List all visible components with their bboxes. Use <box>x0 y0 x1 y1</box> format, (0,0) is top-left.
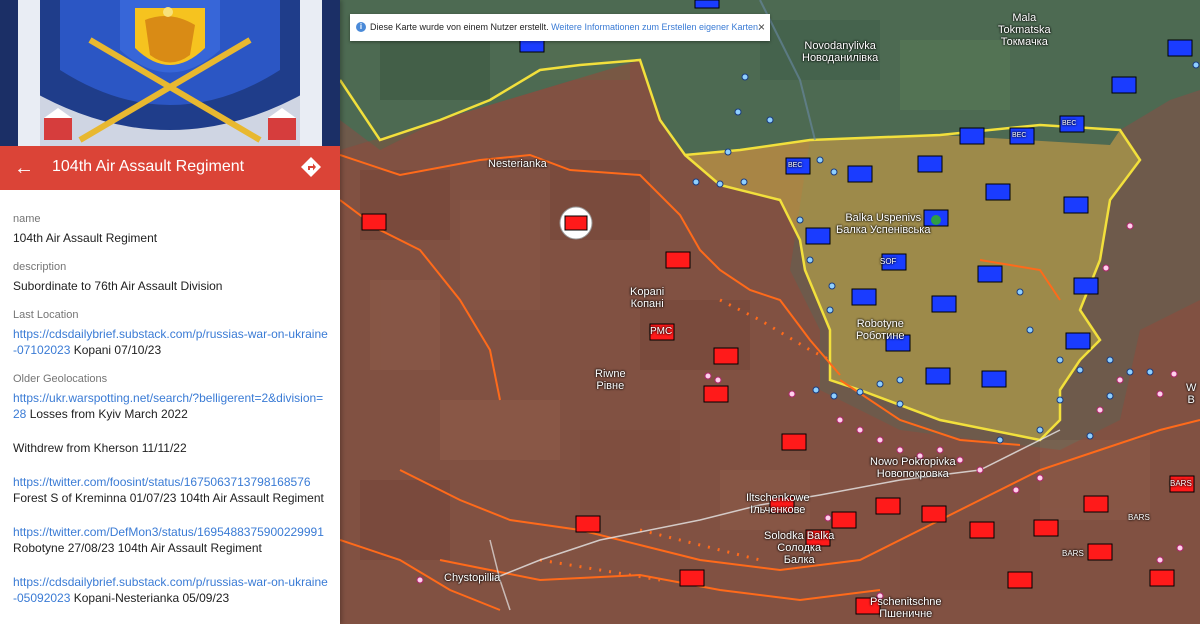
last-location-link[interactable]: https://cdsdailybrief.substack.com/p/rus… <box>13 327 328 357</box>
place-label-chystopillia: Chystopillia <box>444 572 501 584</box>
older-geolocations-label: Older Geolocations <box>13 373 108 385</box>
older-geolocations-text: Losses from Kyiv March 2022 <box>26 407 188 421</box>
notice-text: Diese Karte wurde von einem Nutzer erste… <box>370 22 549 32</box>
place-label-novopokropivka: Nowo Pokropivka Новопокровка <box>870 456 956 480</box>
twitter-link-2[interactable]: https://twitter.com/DefMon3/status/16954… <box>13 525 324 539</box>
place-label-w: W B <box>1186 382 1197 406</box>
park-icon[interactable] <box>931 215 941 225</box>
unit-badge-bars-1[interactable]: BARS <box>1170 478 1192 490</box>
last-location-text: Kopani 07/10/23 <box>70 343 162 357</box>
twitter-text-2: Robotyne 27/08/23 104th Air Assault Regi… <box>13 541 262 555</box>
place-label-nesterianka: Nesterianka <box>488 158 547 170</box>
close-icon[interactable]: × <box>758 14 765 41</box>
directions-icon[interactable] <box>300 156 322 178</box>
place-label-novodanylivka: Novodanylivka Новоданилівка <box>802 40 879 64</box>
twitter-entry-1: https://twitter.com/foosint/status/16750… <box>13 474 328 506</box>
place-label-solodka-balka: Solodka Balka Солодка Балка <box>764 530 835 566</box>
place-label-balka-uspenivska: Balka Uspenivs Балка Успенівська <box>836 212 931 236</box>
place-label-robotyne: Robotyne Роботине <box>856 318 905 342</box>
name-label: name <box>13 213 41 225</box>
unit-badge-sof[interactable]: SOF <box>880 256 896 268</box>
unit-badge-bec-2[interactable]: BEC <box>1012 130 1026 142</box>
name-value: 104th Air Assault Regiment <box>13 231 158 245</box>
emblem-graphic <box>0 0 340 146</box>
description-value: Subordinate to 76th Air Assault Division <box>13 279 223 293</box>
unit-emblem-image <box>0 0 340 146</box>
unit-badge-bars-3[interactable]: BARS <box>1062 548 1084 560</box>
last-location-value: https://cdsdailybrief.substack.com/p/rus… <box>13 326 328 358</box>
user-map-notice: i Diese Karte wurde von einem Nutzer ers… <box>350 14 770 41</box>
last-location-label: Last Location <box>13 309 79 321</box>
place-label-iltschenkowe: Iltschenkowe Ільченкове <box>746 492 810 516</box>
back-arrow-icon[interactable]: ← <box>10 154 38 182</box>
sidebar: ← 104th Air Assault Regiment name 104th … <box>0 0 340 624</box>
description-label: description <box>13 261 67 273</box>
place-label-mala-tokmatska: Mala Tokmatska Токмачка <box>998 12 1051 48</box>
details-panel: name 104th Air Assault Regiment descript… <box>13 212 328 606</box>
unit-badge-bec-1[interactable]: BEC <box>788 160 802 172</box>
cds-entry-2: https://cdsdailybrief.substack.com/p/rus… <box>13 574 328 606</box>
cds-text-2: Kopani-Nesterianka 05/09/23 <box>70 591 230 605</box>
unit-badge-bec-3[interactable]: BEC <box>1062 118 1076 130</box>
panel-title: 104th Air Assault Regiment <box>52 158 245 175</box>
title-bar: ← 104th Air Assault Regiment <box>0 146 340 190</box>
map-canvas[interactable]: i Diese Karte wurde von einem Nutzer ers… <box>340 0 1200 624</box>
unit-badge-bars-2[interactable]: BARS <box>1128 512 1150 524</box>
older-geolocations-value: https://ukr.warspotting.net/search/?bell… <box>13 390 328 422</box>
twitter-link-1[interactable]: https://twitter.com/foosint/status/16750… <box>13 475 311 489</box>
twitter-entry-2: https://twitter.com/DefMon3/status/16954… <box>13 524 328 556</box>
notice-more-info-link[interactable]: Weitere Informationen zum Erstellen eige… <box>551 22 760 32</box>
info-icon: i <box>356 22 366 32</box>
twitter-text-1: Forest S of Kreminna 01/07/23 104th Air … <box>13 491 324 505</box>
place-label-kopani: Kopani Копані <box>630 286 665 310</box>
place-label-riwne: Riwne Рівне <box>595 368 626 392</box>
unit-badge-pmc[interactable]: PMC <box>650 326 672 338</box>
place-label-pschenitschne: Pschenitschne Пшеничне <box>870 596 942 620</box>
withdrew-text: Withdrew from Kherson 11/11/22 <box>13 441 187 455</box>
